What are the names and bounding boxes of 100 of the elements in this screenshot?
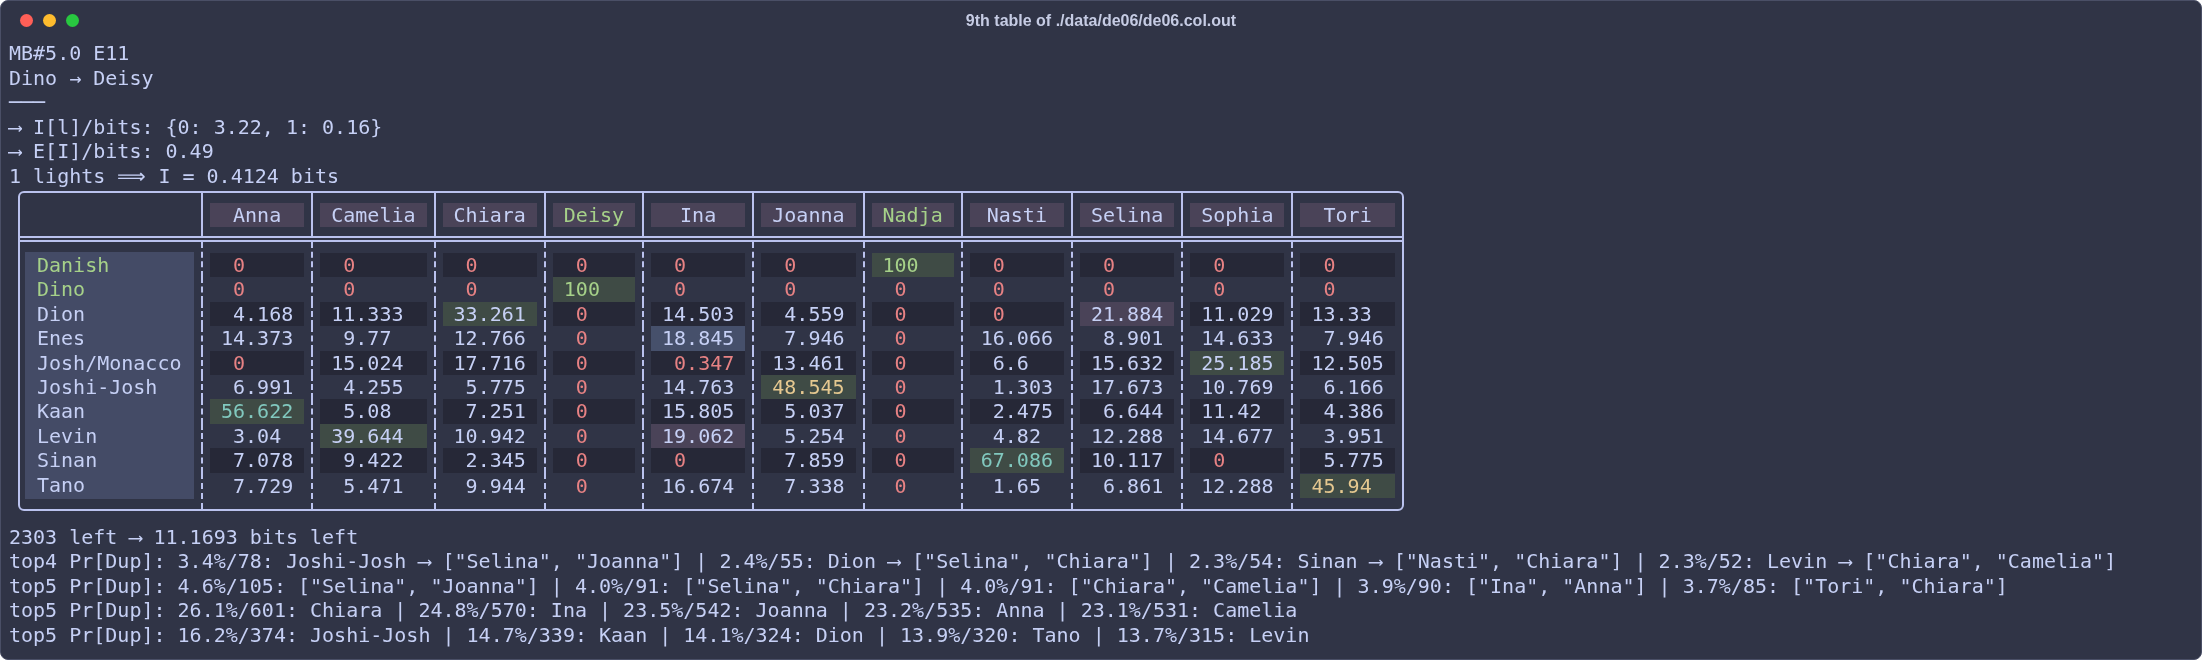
table-cell-text: 7.729	[232, 473, 295, 499]
table-cell: 5.08	[320, 399, 427, 424]
row-header: Levin	[25, 423, 194, 449]
column-header: Nasti	[969, 202, 1064, 227]
table-cell: 25.185	[1190, 350, 1285, 376]
table-cell-text: 5.254	[783, 423, 846, 449]
row-header: Dino	[25, 277, 194, 302]
table-cell-text: 0	[893, 423, 908, 449]
row-header: Enes	[25, 326, 194, 351]
table-cell-text: 0	[991, 277, 1006, 302]
table-cell: 12.505	[1300, 350, 1395, 376]
minimize-button[interactable]	[43, 14, 56, 27]
table-cell: 0	[210, 252, 305, 277]
row-header: Danish	[25, 252, 194, 278]
table-cell: 9.422	[320, 448, 427, 473]
column-header: Sophia	[1190, 202, 1285, 227]
column-header: Tori	[1300, 202, 1395, 227]
table-cell: 0	[442, 252, 537, 277]
table-cell: 7.859	[761, 448, 856, 473]
table-cell: 0	[552, 301, 635, 327]
output-line: 2303 left ⟶ 11.1693 bits left	[9, 524, 359, 549]
table-cell-text: 1.65	[991, 473, 1042, 499]
row-header: Joshi-Josh	[25, 375, 194, 400]
table-cell-text: 9.944	[464, 473, 527, 499]
table-cell-text: 0	[574, 326, 589, 351]
table-cell: 15.024	[320, 350, 427, 376]
table-cell: 14.503	[651, 301, 746, 327]
output-line: 1 lights ⟹ I = 0.4124 bits	[9, 163, 340, 188]
table-cell-text: 8.901	[1102, 326, 1165, 351]
table-cell: 7.078	[210, 448, 305, 473]
maximize-button[interactable]	[66, 14, 79, 27]
table-cell: 4.559	[761, 301, 856, 327]
table-cell: 5.775	[1300, 448, 1395, 473]
table-cell: 19.062	[651, 423, 746, 449]
table-cell: 7.251	[442, 399, 537, 424]
table-cell-text: 0	[783, 277, 798, 302]
table-cell-text: 7.946	[783, 326, 846, 351]
table-cell-text: 0	[673, 277, 688, 302]
table-cell: 6.6	[969, 350, 1064, 376]
table-cell-text: 5.471	[342, 473, 405, 499]
table-cell: 17.716	[442, 350, 537, 376]
table-cell: 0	[651, 252, 746, 277]
column-header: Deisy	[552, 202, 635, 227]
table-cell-text: 0	[574, 375, 589, 400]
table-cell: 2.345	[442, 448, 537, 473]
table-cell: 21.884	[1080, 301, 1175, 327]
table-cell-text: 6.166	[1322, 375, 1385, 400]
table-cell-text: 6.991	[232, 375, 295, 400]
column-header: Nadja	[871, 202, 954, 227]
table-cell-text: 4.255	[342, 375, 405, 400]
row-header: Sinan	[25, 448, 194, 473]
table-cell-text: 0	[574, 473, 589, 499]
table-cell: 11.333	[320, 301, 427, 327]
table-cell-text: 0	[464, 277, 479, 302]
table-cell: 0	[1190, 448, 1285, 473]
table-cell-text: 1.303	[991, 375, 1054, 400]
table-cell: 100	[871, 252, 954, 277]
table-cell: 13.461	[761, 350, 856, 376]
table-cell: 11.42	[1190, 399, 1285, 424]
table-cell: 6.644	[1080, 399, 1175, 424]
output-line: top5 Pr[Dup]: 26.1%/601: Chiara | 24.8%/570: Ina | 23.5%/542: Joanna | 23.2%/535: Anna | 23.1%/531: Camelia	[9, 598, 1298, 623]
table-cell: 15.805	[651, 399, 746, 424]
table-cell: 13.33	[1300, 301, 1395, 327]
table-cell: 33.261	[442, 301, 537, 327]
column-header: Chiara	[442, 202, 537, 227]
table-cell: 11.029	[1190, 301, 1285, 327]
table-cell-text: 7.946	[1322, 326, 1385, 351]
table-cell: 0	[320, 252, 427, 277]
table-cell-text: 17.673	[1090, 375, 1165, 400]
column-header: Joanna	[761, 202, 856, 227]
table-cell: 67.086	[969, 448, 1064, 473]
table-cell: 0	[1300, 252, 1395, 277]
table-cell: 18.845	[651, 326, 746, 351]
table-cell: 0	[969, 252, 1064, 277]
table-cell-text: 0	[893, 277, 908, 302]
output-line: top4 Pr[Dup]: 3.4%/78: Joshi-Josh ⟶ ["Selina", "Joanna"] | 2.4%/55: Dion ⟶ ["Selina", "Chiara"] | 2.3%/54: Sinan ⟶ ["Nasti", "Chiara"] | 2.3%/52: Levin ⟶ ["Chiara", "Camelia"]	[9, 549, 2117, 574]
table-cell-text: 0	[342, 277, 357, 302]
table-cell: 0	[871, 399, 954, 424]
table-cell: 0	[871, 350, 954, 376]
table-cell: 2.475	[969, 399, 1064, 424]
output-line: ⟶ E[I]/bits: 0.49	[9, 139, 214, 163]
close-button[interactable]	[20, 14, 33, 27]
table-cell: 10.117	[1080, 448, 1175, 473]
output-line: ⟶ I[l]/bits: {0: 3.22, 1: 0.16}	[9, 114, 383, 139]
table-cell-text: 14.633	[1200, 326, 1275, 351]
table-cell-text: 0	[893, 473, 908, 499]
column-header: Selina	[1080, 202, 1175, 227]
table-cell: 0	[651, 448, 746, 473]
table-cell-text: 12.288	[1090, 423, 1165, 449]
table-cell: 56.622	[210, 399, 305, 424]
output-line: MB#5.0 E11	[9, 41, 130, 65]
table-cell: 0	[761, 252, 856, 277]
table-cell: 45.94	[1300, 473, 1395, 499]
output-line: top5 Pr[Dup]: 16.2%/374: Joshi-Josh | 14.7%/339: Kaan | 14.1%/324: Dion | 13.9%/320: Tano | 13.7%/315: Levin	[9, 622, 1310, 647]
window-title: 9th table of ./data/de06/de06.col.out	[965, 11, 1237, 31]
table-cell: 48.545	[761, 375, 856, 400]
table-cell-text: 0	[1212, 277, 1227, 302]
table-cell-text: 14.763	[661, 375, 736, 400]
table-cell-text: 4.82	[991, 423, 1042, 449]
table-cell: 0	[871, 301, 954, 327]
